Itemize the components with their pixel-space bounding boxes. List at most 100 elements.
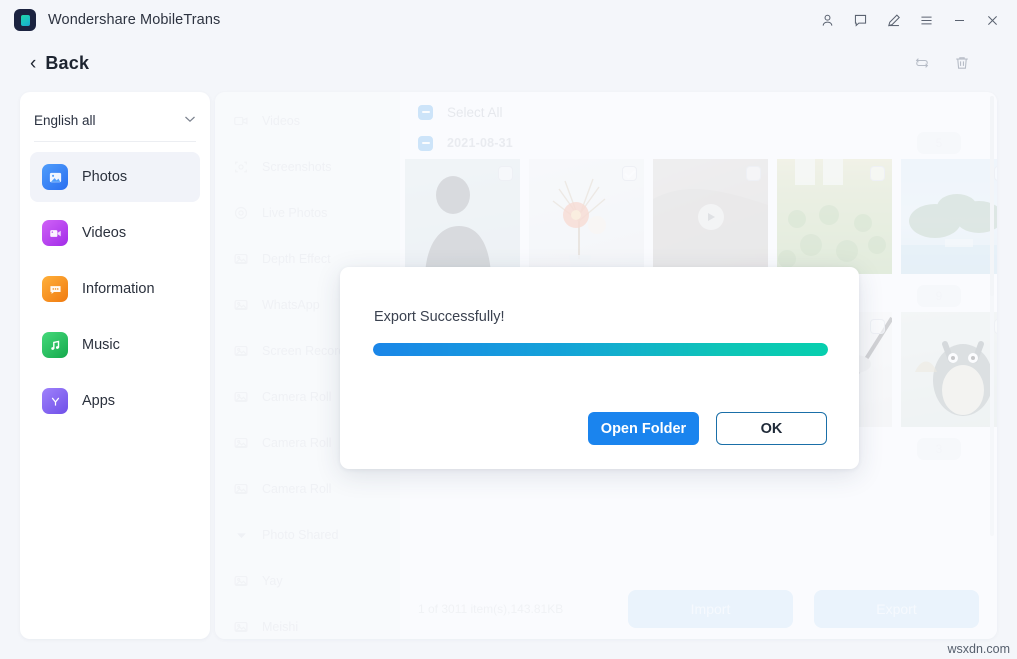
thumb-checkbox[interactable] [870,166,885,181]
thumb-checkbox-wrap[interactable] [870,319,885,334]
sidebar-item-information[interactable]: Information [30,264,200,314]
thumb-checkbox-wrap[interactable] [994,166,997,181]
sidebar: English all Photos [20,92,210,639]
photo-icon [232,250,250,268]
photo-icon [232,618,250,636]
sidebar-item-label: Apps [82,393,115,409]
album-item-screenshots[interactable]: Screenshots [215,144,400,190]
group-count-badge: 9 [917,285,961,307]
thumb-checkbox[interactable] [746,166,761,181]
thumb-checkbox[interactable] [994,166,997,181]
refresh-icon[interactable] [913,54,931,72]
album-group-photo-shared[interactable]: Photo Shared [215,512,400,558]
open-folder-button[interactable]: Open Folder [588,412,699,445]
album-label: Screenshots [262,160,331,174]
thumb-green-field[interactable] [777,159,892,274]
album-label: Live Photos [262,206,327,220]
thumb-palm-beach[interactable] [901,159,997,274]
group-count-badge: 5 [917,132,961,154]
close-icon[interactable] [976,3,1009,37]
language-value: English all [34,113,96,128]
thumb-checkbox-wrap[interactable] [498,166,513,181]
back-bar-tools [913,54,971,72]
album-label: Meishi [262,620,298,634]
album-label: Camera Roll [262,390,331,404]
vertical-scrollbar[interactable] [990,96,994,536]
album-item-live-photos[interactable]: Live Photos [215,190,400,236]
export-success-dialog: Export Successfully! Open Folder OK [340,267,859,469]
album-label: WhatsApp [262,298,320,312]
album-label: Depth Effect [262,252,331,266]
sidebar-item-photos[interactable]: Photos [30,152,200,202]
sidebar-item-label: Photos [82,169,127,185]
sidebar-item-apps[interactable]: Apps [30,376,200,426]
dialog-title: Export Successfully! [374,309,505,325]
back-bar: ‹ Back [0,40,1017,86]
thumb-checkbox-wrap[interactable] [746,166,761,181]
photo-icon [232,342,250,360]
album-label: Photo Shared [262,528,338,542]
photo-icon [232,572,250,590]
import-button[interactable]: Import [628,590,793,628]
thumb-checkbox-checked[interactable] [622,166,637,181]
album-label: Yay [262,574,283,588]
application-window: Wondershare MobileTrans [0,0,1017,659]
photo-icon [232,480,250,498]
scrollbar-thumb[interactable] [990,96,994,296]
back-button[interactable]: ‹ Back [30,53,89,74]
photo-icon [232,296,250,314]
thumb-totoro-art[interactable] [901,312,997,427]
select-all-checkbox[interactable] [418,105,433,120]
back-chevron-icon: ‹ [30,54,36,73]
feedback-icon[interactable] [844,3,877,37]
group-checkbox[interactable] [418,136,433,151]
dialog-actions: Open Folder OK [588,412,827,445]
thumb-person-seated[interactable] [405,159,520,274]
language-select[interactable]: English all [34,100,196,142]
video-camera-icon [232,112,250,130]
videos-icon [42,220,68,246]
thumbnail-row [400,159,987,274]
sidebar-item-music[interactable]: Music [30,320,200,370]
sidebar-item-videos[interactable]: Videos [30,208,200,258]
sidebar-item-label: Music [82,337,120,353]
album-label: Camera Roll [262,482,331,496]
thumb-checkbox-wrap[interactable] [994,319,997,334]
music-icon [42,332,68,358]
selection-status: 1 of 3011 item(s),143.81KB [418,602,563,616]
progress-bar-fill [373,343,828,356]
ok-button[interactable]: OK [716,412,827,445]
album-item-camera-roll-3[interactable]: Camera Roll [215,466,400,512]
play-icon[interactable] [698,204,724,230]
mobiletrans-logo-icon [14,9,36,31]
information-icon [42,276,68,302]
back-label: Back [45,53,89,74]
album-label: Camera Roll [262,436,331,450]
photo-icon [232,388,250,406]
live-photo-icon [232,204,250,222]
account-icon[interactable] [811,3,844,37]
group-date-label: 2021-08-31 [447,136,513,150]
select-all-label: Select All [447,105,503,120]
window-controls [811,0,1017,40]
sidebar-nav: Photos Videos [20,142,210,426]
album-item-videos[interactable]: Videos [215,98,400,144]
select-all-row[interactable]: Select All [400,97,987,127]
thumb-checkbox-wrap[interactable] [622,166,637,181]
export-button[interactable]: Export [814,590,979,628]
group-count-badge: 3 [917,438,961,460]
date-group-header[interactable]: 2021-08-31 5 [400,127,987,159]
thumb-flower-vase[interactable] [529,159,644,274]
minimize-icon[interactable] [943,3,976,37]
thumb-checkbox[interactable] [870,319,885,334]
thumb-checkbox[interactable] [994,319,997,334]
edit-icon[interactable] [877,3,910,37]
thumb-checkbox-wrap[interactable] [870,166,885,181]
delete-icon[interactable] [953,54,971,72]
album-item-meishi[interactable]: Meishi [215,604,400,639]
menu-icon[interactable] [910,3,943,37]
album-item-yay[interactable]: Yay [215,558,400,604]
thumb-checkbox[interactable] [498,166,513,181]
screenshot-icon [232,158,250,176]
thumb-video-clip[interactable] [653,159,768,274]
